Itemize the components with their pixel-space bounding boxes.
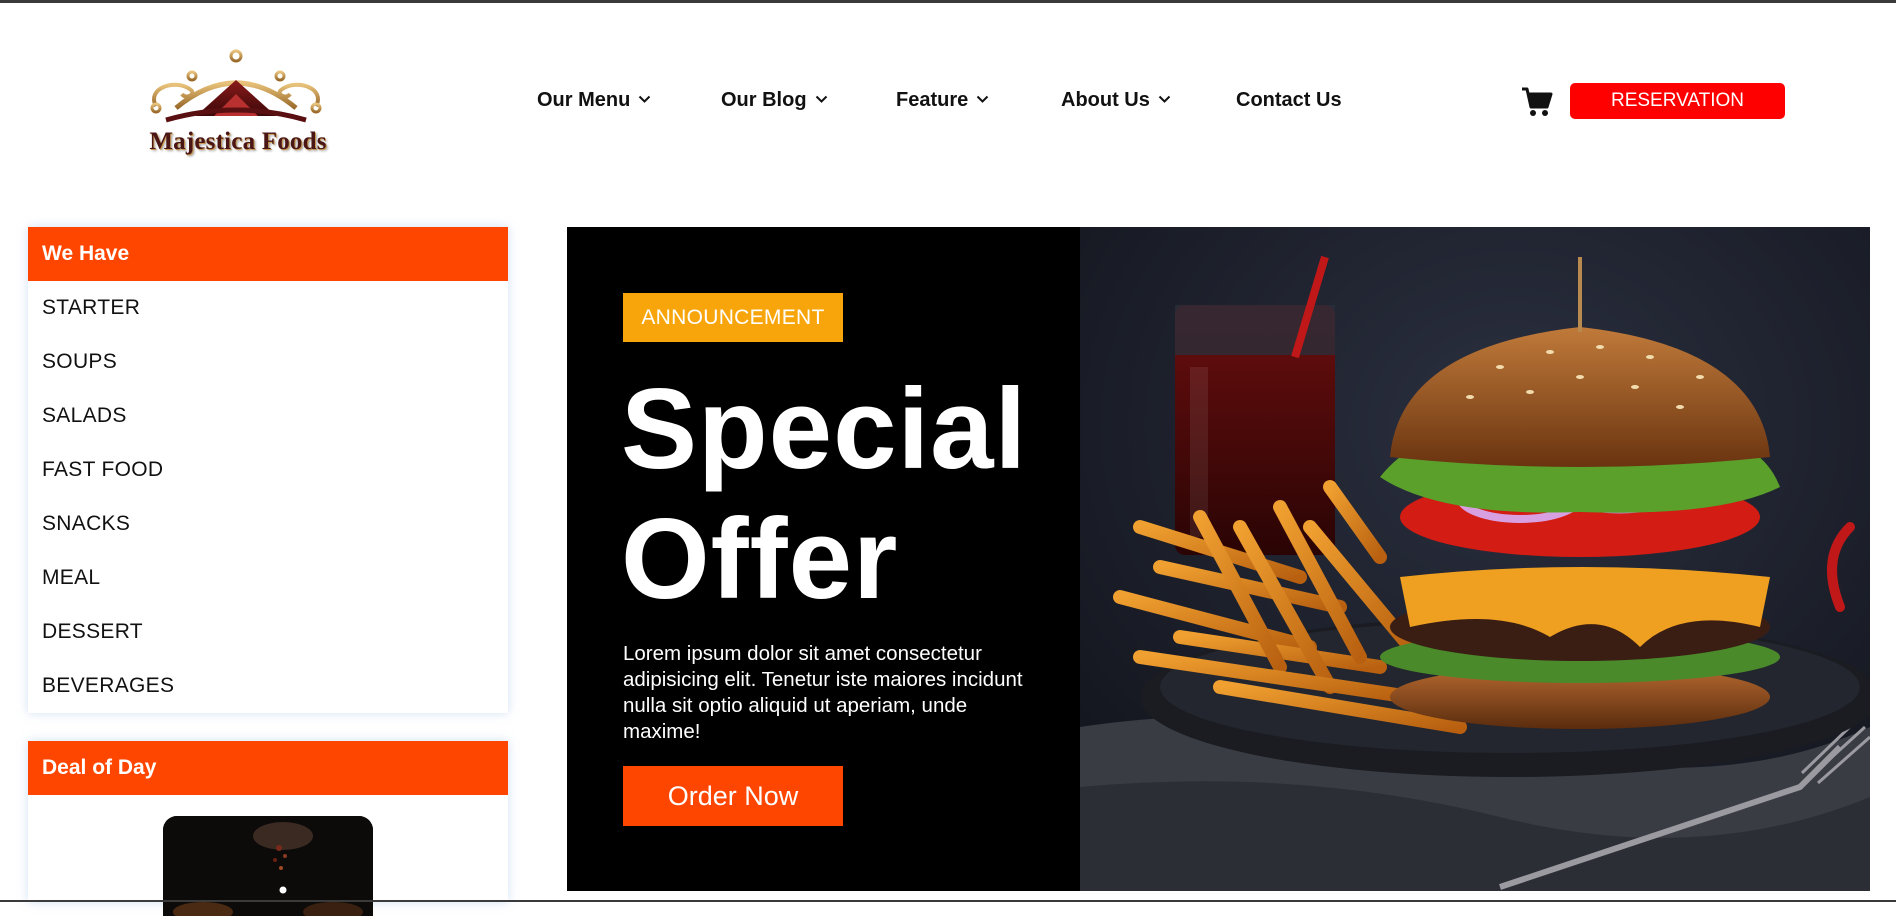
nav-our-menu[interactable]: Our Menu xyxy=(537,89,651,112)
category-item[interactable]: STARTER xyxy=(28,281,508,335)
nav-about-us[interactable]: About Us xyxy=(1061,89,1171,112)
deal-of-day-panel: Deal of Day xyxy=(28,741,508,916)
nav-contact-us[interactable]: Contact Us xyxy=(1236,89,1342,112)
hero-title-line-1: Special xyxy=(621,366,1028,493)
chevron-down-icon xyxy=(977,95,989,103)
category-item[interactable]: FAST FOOD xyxy=(28,443,508,497)
hero-title: Special Offer xyxy=(621,365,1081,625)
crown-logo-icon xyxy=(150,49,322,123)
nav-label: Our Menu xyxy=(537,89,631,111)
category-item[interactable]: SOUPS xyxy=(28,335,508,389)
brand-name: Majestica Foods xyxy=(149,128,327,155)
brand-logo[interactable]: Majestica Foods xyxy=(136,48,336,160)
top-border xyxy=(0,0,1896,3)
category-list: STARTER SOUPS SALADS FAST FOOD SNACKS ME… xyxy=(28,281,508,713)
cart-button[interactable] xyxy=(1521,86,1553,118)
nav-label: Feature xyxy=(896,89,969,111)
category-panel: We Have STARTER SOUPS SALADS FAST FOOD S… xyxy=(28,227,508,713)
chevron-down-icon xyxy=(815,95,827,103)
burger-fries-drink-photo xyxy=(1080,227,1870,891)
category-item[interactable]: MEAL xyxy=(28,551,508,605)
chevron-down-icon xyxy=(639,95,651,103)
hero-banner: ANNOUNCEMENT Special Offer Lorem ipsum d… xyxy=(567,227,1870,891)
nav-feature[interactable]: Feature xyxy=(896,89,989,112)
nav-label: Our Blog xyxy=(721,89,807,111)
order-now-button[interactable]: Order Now xyxy=(623,766,843,826)
category-item[interactable]: SNACKS xyxy=(28,497,508,551)
nav-label: Contact Us xyxy=(1236,89,1342,111)
cart-icon xyxy=(1522,87,1553,116)
deal-panel-title: Deal of Day xyxy=(28,741,508,795)
category-panel-title: We Have xyxy=(28,227,508,281)
hero-description: Lorem ipsum dolor sit amet consectetur a… xyxy=(623,642,1023,743)
reservation-button[interactable]: RESERVATION xyxy=(1570,83,1785,119)
chevron-down-icon xyxy=(1158,95,1171,103)
announcement-badge: ANNOUNCEMENT xyxy=(623,293,843,342)
category-item[interactable]: SALADS xyxy=(28,389,508,443)
category-item[interactable]: BEVERAGES xyxy=(28,659,508,713)
hero-title-line-2: Offer xyxy=(621,496,899,623)
nav-label: About Us xyxy=(1061,89,1150,111)
category-item[interactable]: DESSERT xyxy=(28,605,508,659)
nav-our-blog[interactable]: Our Blog xyxy=(721,89,828,112)
